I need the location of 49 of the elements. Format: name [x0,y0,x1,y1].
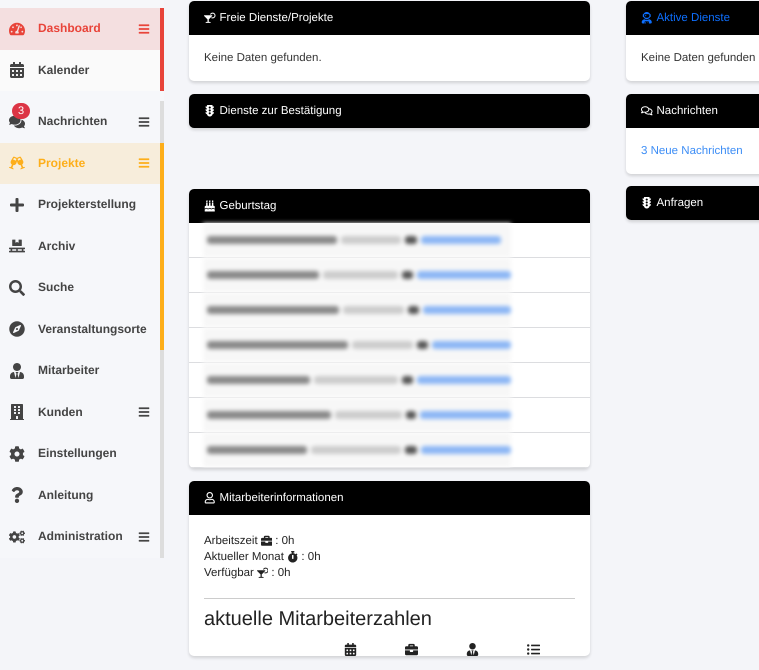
menu-item-icon [9,404,25,420]
card-header-icon [641,197,652,209]
menu-item-icon [9,321,25,338]
menu-item-icon [9,238,25,254]
card-title: Dienste zur Bestätigung [220,105,342,117]
card-title[interactable]: Aktive Dienste [656,12,730,24]
empty-message: Keine Daten gefunden. [204,52,322,64]
stopwatch-icon [286,551,298,563]
section-heading: aktuelle Mitarbeiterzahlen [204,611,433,627]
info-label: Aktueller Monat [204,550,284,565]
info-label: Verfügbar [204,566,254,581]
menu-item-icon [9,196,25,213]
menu-icon [138,530,150,543]
sidebar-item[interactable]: Kalender [0,50,160,91]
menu-item-icon [9,155,25,172]
briefcase-icon [260,535,272,547]
briefcase-icon [405,643,418,656]
list-icon [527,643,540,656]
menu-item-icon [9,20,25,37]
menu-item-icon [9,528,25,545]
card-header-icon [204,105,216,117]
info-value: : 0h [275,534,294,549]
menu-item-icon [9,62,25,78]
info-label: Arbeitszeit [204,534,258,549]
card-title: Geburtstag [220,200,276,212]
card-title: Mitarbeiterinformationen [220,492,344,504]
card-header-icon [641,12,652,24]
menu-item-icon [9,280,25,296]
menu-icon [138,406,150,418]
empty-message: Keine Daten gefunden [641,52,756,64]
menu-icon [138,22,150,35]
menu-icon [138,157,150,170]
menu-item-icon [9,362,25,379]
calendar-icon [344,643,357,656]
card-title: Freie Dienste/Projekte [220,12,334,24]
person-icon [466,643,479,656]
menu-item-icon [9,487,25,504]
card-header-icon [204,12,216,24]
menu-item-icon [9,446,25,462]
card-header-icon [204,492,216,504]
info-value: : 0h [271,566,291,581]
card-title: Anfragen [656,197,704,209]
cocktail-icon [256,567,268,579]
card-header-icon [641,105,652,117]
info-value: : 0h [301,550,321,565]
count-badge: 3 [12,103,30,119]
menu-icon [138,116,150,128]
card-header-icon [204,200,216,212]
card-title: Nachrichten [656,105,718,117]
